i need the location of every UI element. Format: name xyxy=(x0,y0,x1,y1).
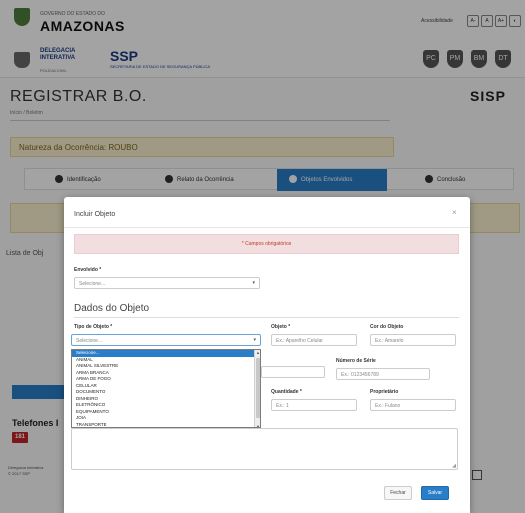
involved-label: Envolvido * xyxy=(74,267,102,273)
chevron-down-icon: ▾ xyxy=(253,337,256,343)
section-divider xyxy=(74,317,459,318)
close-icon[interactable]: × xyxy=(452,208,457,217)
modal-divider xyxy=(64,227,470,228)
save-button[interactable]: Salvar xyxy=(421,486,449,500)
add-object-modal: Incluir Objeto × * Campos obrigatórios E… xyxy=(64,197,470,513)
modal-title: Incluir Objeto xyxy=(74,211,116,218)
involved-select[interactable]: Selecione... ▾ xyxy=(74,277,260,289)
object-type-select[interactable]: Selecione... ▾ xyxy=(71,334,261,346)
serial-number-label: Número de Série xyxy=(336,358,376,364)
object-type-label: Tipo de Objeto * xyxy=(74,324,113,330)
section-title: Dados do Objeto xyxy=(74,303,150,314)
required-fields-alert: * Campos obrigatórios xyxy=(74,234,459,254)
serial-number-input[interactable]: Ex.: 0123456789 xyxy=(336,368,430,380)
object-input[interactable]: Ex.: Aparelho Celular xyxy=(271,334,357,346)
quantity-label: Quantidade * xyxy=(271,389,302,395)
description-textarea[interactable]: ◢ xyxy=(71,428,458,470)
resize-handle-icon[interactable]: ◢ xyxy=(452,463,456,469)
dropdown-scrollbar[interactable]: ▲ ▼ xyxy=(254,350,260,427)
color-input[interactable]: Ex.: Amarelo xyxy=(370,334,456,346)
quantity-input[interactable]: Ex.: 1 xyxy=(271,399,357,411)
owner-label: Proprietário xyxy=(370,389,399,395)
hidden-field-input[interactable] xyxy=(261,366,325,378)
dropdown-option[interactable]: TRANSPORTE xyxy=(72,422,260,428)
owner-input[interactable]: Ex.: Fulano xyxy=(370,399,456,411)
object-type-dropdown[interactable]: Selecione... ANIMAL ANIMAL SILVESTRE ARM… xyxy=(71,349,261,428)
color-label: Cor do Objeto xyxy=(370,324,404,330)
object-label: Objeto * xyxy=(271,324,291,330)
chevron-down-icon: ▾ xyxy=(252,280,255,286)
scroll-up-icon[interactable]: ▲ xyxy=(256,350,260,355)
scrollbar-thumb[interactable] xyxy=(256,358,260,418)
cancel-button[interactable]: Fechar xyxy=(384,486,412,500)
